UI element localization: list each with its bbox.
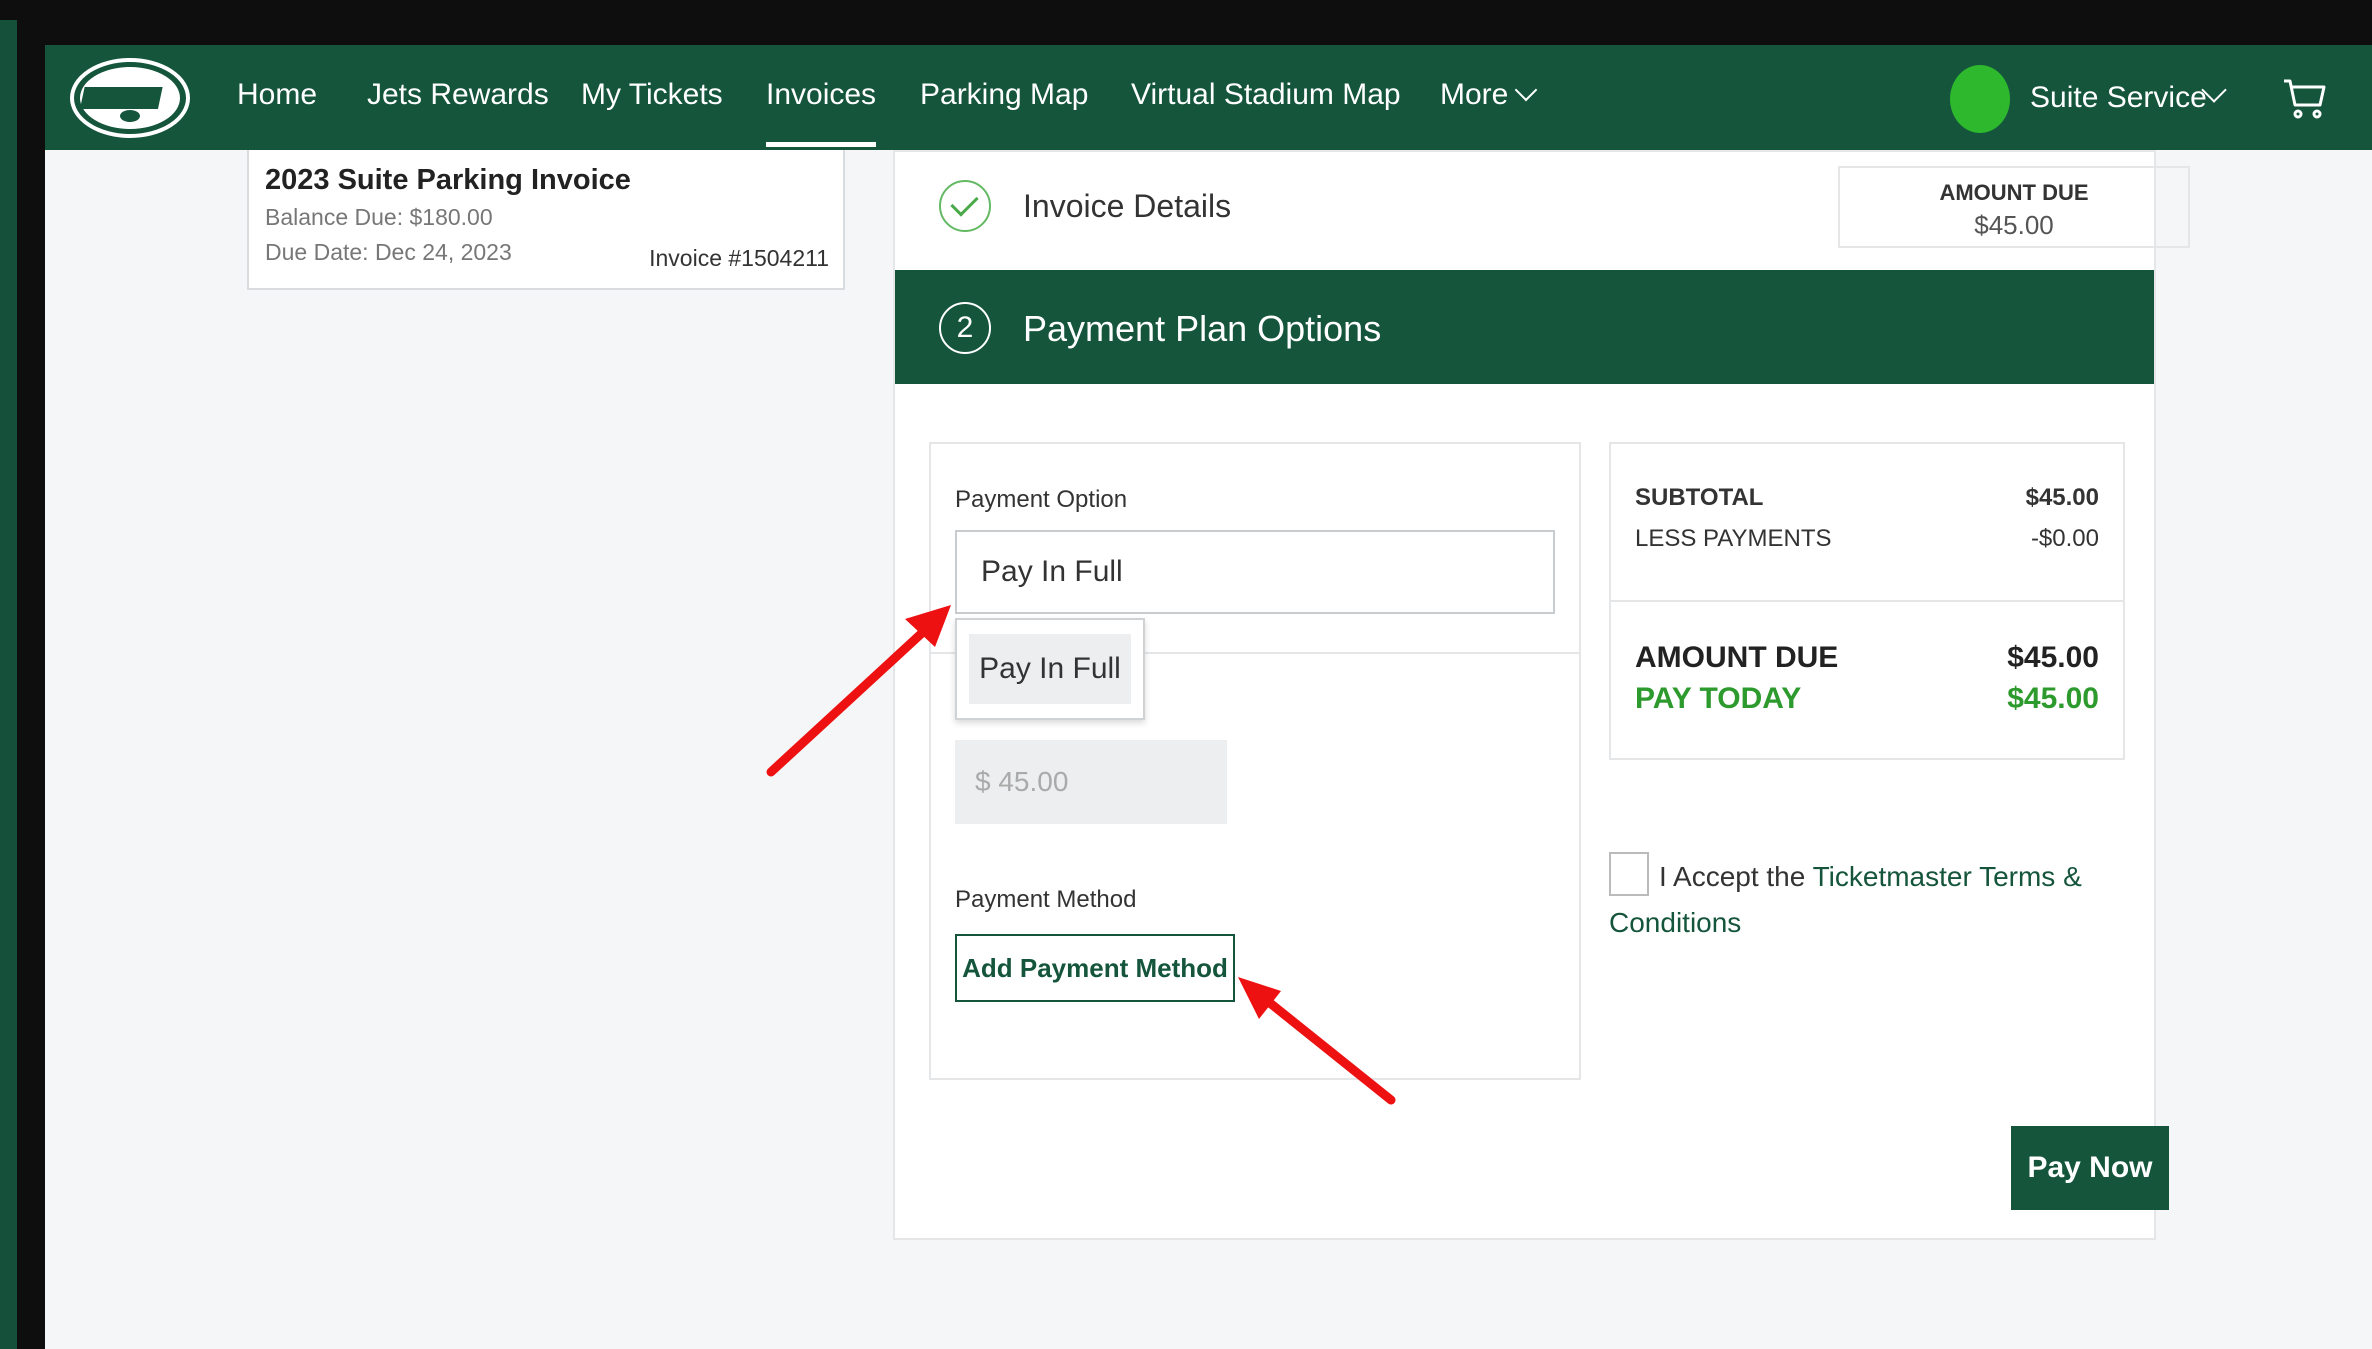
payment-plan-header: 2 Payment Plan Options xyxy=(895,270,2154,384)
invoice-card[interactable]: 2023 Suite Parking Invoice Balance Due: … xyxy=(247,150,845,290)
invoice-balance-due: Balance Due: $180.00 xyxy=(265,204,493,230)
invoice-number: Invoice #1504211 xyxy=(649,245,829,271)
chevron-down-icon xyxy=(1515,78,1538,102)
cart-icon[interactable] xyxy=(2280,73,2328,121)
payment-plan-title: Payment Plan Options xyxy=(1023,308,1382,349)
nav-my-tickets[interactable]: My Tickets xyxy=(581,75,723,115)
payment-option-select[interactable]: Pay In Full xyxy=(955,530,1555,614)
payment-panel: Invoice Details AMOUNT DUE $45.00 2 Paym… xyxy=(893,150,2190,1240)
subtotal-label: SUBTOTAL xyxy=(1635,484,1764,511)
pay-today-value: $45.00 xyxy=(2007,682,2099,715)
amount-input[interactable]: $ 45.00 xyxy=(955,740,1227,824)
nav-jets-rewards[interactable]: Jets Rewards xyxy=(367,75,549,115)
add-payment-method-button[interactable]: Add Payment Method xyxy=(955,934,1235,1002)
nav-virtual-stadium-map[interactable]: Virtual Stadium Map xyxy=(1131,75,1401,115)
check-icon xyxy=(939,180,991,232)
less-payments-label: LESS PAYMENTS xyxy=(1635,525,1832,552)
nav-more[interactable]: More xyxy=(1440,75,1538,115)
user-menu-name[interactable]: Suite Service xyxy=(2030,78,2207,118)
order-summary-box: SUBTOTAL $45.00 LESS PAYMENTS -$0.00 AMO… xyxy=(1609,442,2125,760)
nav-parking-map[interactable]: Parking Map xyxy=(920,75,1088,115)
top-frame-bar xyxy=(0,0,2372,20)
dropdown-option-pay-in-full[interactable]: Pay In Full xyxy=(969,634,1131,704)
less-payments-row: LESS PAYMENTS -$0.00 xyxy=(1635,525,2099,553)
subtotal-row: SUBTOTAL $45.00 xyxy=(1635,484,2099,512)
terms-text: I Accept the Ticketmaster Terms & Condit… xyxy=(1609,854,2109,946)
payment-option-label: Payment Option xyxy=(955,486,1128,513)
divider xyxy=(1611,600,2123,602)
summary-amount-due-label: AMOUNT DUE xyxy=(1635,641,1839,674)
terms-prefix: I Accept the xyxy=(1659,861,1813,892)
less-payments-value: -$0.00 xyxy=(2030,525,2099,552)
nav-invoices[interactable]: Invoices xyxy=(766,75,877,147)
invoice-details-heading[interactable]: Invoice Details xyxy=(1023,188,1231,225)
step-number: 2 xyxy=(939,302,991,354)
subtotal-value: $45.00 xyxy=(2025,484,2099,511)
pay-now-button[interactable]: Pay Now xyxy=(2011,1126,2169,1210)
invoice-due-date: Due Date: Dec 24, 2023 xyxy=(265,239,512,265)
pay-today-label: PAY TODAY xyxy=(1635,682,1802,715)
avatar[interactable] xyxy=(1950,65,2010,133)
amount-due-row: AMOUNT DUE $45.00 xyxy=(1635,641,2099,675)
payment-option-dropdown: Pay In Full xyxy=(955,618,1145,720)
amount-due-box: AMOUNT DUE $45.00 xyxy=(1838,166,2190,248)
page: Home Jets Rewards My Tickets Invoices Pa… xyxy=(45,45,2372,1349)
amount-due-label: AMOUNT DUE xyxy=(1939,180,2089,205)
jets-logo-icon[interactable] xyxy=(69,57,191,139)
pay-today-row: PAY TODAY $45.00 xyxy=(1635,682,2099,716)
payment-options-box: Payment Option Pay In Full $ 45.00 Pay I… xyxy=(929,442,1581,1080)
nav-home[interactable]: Home xyxy=(237,75,317,115)
payment-method-label: Payment Method xyxy=(955,886,1137,913)
summary-amount-due-value: $45.00 xyxy=(2007,641,2099,674)
nav-more-label: More xyxy=(1440,78,1509,111)
top-navbar: Home Jets Rewards My Tickets Invoices Pa… xyxy=(45,45,2372,150)
amount-due-value: $45.00 xyxy=(1974,210,2054,240)
invoice-card-title: 2023 Suite Parking Invoice xyxy=(265,164,631,196)
